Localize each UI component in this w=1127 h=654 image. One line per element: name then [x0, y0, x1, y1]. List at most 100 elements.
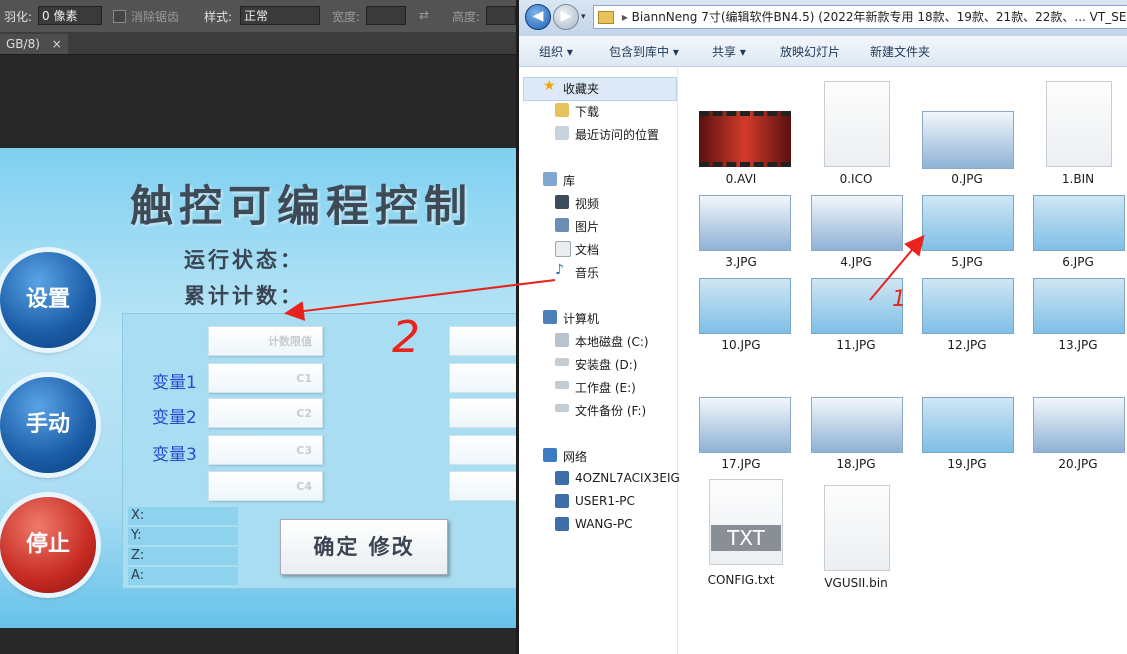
file-item[interactable]: 0.AVI — [689, 79, 793, 189]
file-item[interactable]: 0.JPG — [915, 79, 1019, 189]
new-folder-button[interactable]: 新建文件夹 — [870, 43, 930, 60]
share-button[interactable]: 共享 ▾ — [712, 43, 746, 60]
include-library-button[interactable]: 包含到库中 ▾ — [609, 43, 679, 60]
file-item[interactable]: 11.JPG — [804, 278, 908, 356]
file-name: 3.JPG — [725, 255, 757, 269]
c3-field[interactable]: C3 — [208, 435, 323, 465]
file-item[interactable]: 12.JPG — [915, 278, 1019, 356]
file-item[interactable]: 0.ICO — [804, 79, 908, 189]
drive-c-icon — [555, 333, 569, 347]
variable-2-label: 变量2 — [152, 408, 197, 428]
z-readout: Z: — [128, 547, 238, 565]
file-item[interactable]: 4.JPG — [804, 195, 908, 273]
sidebar-item-pictures[interactable]: 图片 — [575, 218, 599, 235]
file-name: 19.JPG — [947, 457, 987, 471]
sidebar-item-music[interactable]: 音乐 — [575, 264, 599, 281]
file-item[interactable]: 18.JPG — [804, 397, 908, 475]
sidebar-item-pc1[interactable]: 4OZNL7ACIX3EIG — [575, 471, 680, 485]
sidebar-item-pc3[interactable]: WANG-PC — [575, 517, 633, 531]
antialias-checkbox[interactable] — [113, 10, 126, 23]
slideshow-button[interactable]: 放映幻灯片 — [780, 43, 840, 60]
image-thumbnail — [699, 195, 791, 251]
address-bar[interactable]: ▸ BiannNeng 7寸(编辑软件BN4.5) (2022年新款专用 18款… — [593, 5, 1127, 29]
c4-field[interactable]: C4 — [208, 471, 323, 501]
right-field-3[interactable] — [449, 398, 516, 428]
style-label: 样式: — [204, 10, 233, 24]
file-name: 17.JPG — [721, 457, 761, 471]
star-icon: ★ — [543, 78, 556, 94]
file-item[interactable]: 1.BIN — [1026, 79, 1127, 189]
right-field-1[interactable] — [449, 326, 516, 356]
document-tab-bar — [0, 32, 516, 55]
right-field-4[interactable] — [449, 435, 516, 465]
height-input[interactable] — [486, 6, 516, 25]
confirm-modify-button[interactable]: 确定 修改 — [280, 519, 448, 575]
hmi-title: 触控可编程控制 — [130, 182, 473, 232]
sidebar-item-pc2[interactable]: USER1-PC — [575, 494, 635, 508]
x-readout: X: — [128, 507, 238, 525]
network-icon — [543, 448, 557, 462]
sidebar-item-drive-e[interactable]: 工作盘 (E:) — [575, 379, 636, 396]
documents-icon — [555, 241, 571, 257]
style-select[interactable]: 正常 — [240, 6, 320, 25]
back-icon[interactable]: ◀ — [525, 4, 551, 30]
computer-icon — [543, 310, 557, 324]
variable-1-label: 变量1 — [152, 373, 197, 393]
sidebar-item-drive-c[interactable]: 本地磁盘 (C:) — [575, 333, 649, 350]
file-item[interactable]: VGUSII.bin — [804, 479, 908, 595]
swap-icon[interactable]: ⇄ — [419, 8, 429, 22]
file-item[interactable]: 19.JPG — [915, 397, 1019, 475]
y-readout: Y: — [128, 527, 238, 545]
image-thumbnail — [699, 278, 791, 334]
organize-button[interactable]: 组织 ▾ — [539, 43, 573, 60]
sidebar-item-drive-d[interactable]: 安装盘 (D:) — [575, 356, 637, 373]
file-name: 11.JPG — [836, 338, 876, 352]
sidebar-item-favorites[interactable]: 收藏夹 — [563, 80, 599, 97]
drive-d-icon — [555, 358, 569, 366]
forward-icon[interactable]: ▶ — [553, 4, 579, 30]
sidebar-item-network[interactable]: 网络 — [563, 448, 587, 465]
pc-icon — [555, 471, 569, 485]
file-item[interactable]: 17.JPG — [689, 397, 793, 475]
feather-input[interactable]: 0 像素 — [38, 6, 102, 25]
sidebar-item-library[interactable]: 库 — [563, 172, 575, 189]
photoshop-window: 羽化: 0 像素 消除锯齿 样式: 正常 宽度: ⇄ 高度: GB/8) × 触… — [0, 0, 516, 654]
file-item[interactable]: TXT CONFIG.txt — [689, 479, 793, 595]
file-name: VGUSII.bin — [824, 576, 888, 590]
right-field-5[interactable] — [449, 471, 516, 501]
address-path: BiannNeng 7寸(编辑软件BN4.5) (2022年新款专用 18款、1… — [631, 10, 1127, 24]
sidebar-item-downloads[interactable]: 下载 — [575, 103, 599, 120]
width-input[interactable] — [366, 6, 406, 25]
stop-button[interactable]: 停止 — [0, 497, 96, 593]
video-file-icon — [699, 111, 791, 167]
count-limit-field[interactable]: 计数限值 — [208, 326, 323, 356]
c2-field[interactable]: C2 — [208, 398, 323, 428]
variable-3-label: 变量3 — [152, 445, 197, 465]
history-dropdown-icon[interactable]: ▾ — [581, 12, 586, 22]
settings-button[interactable]: 设置 — [0, 252, 96, 348]
document-tab[interactable]: GB/8) × — [0, 34, 68, 54]
file-item[interactable]: 13.JPG — [1026, 278, 1127, 356]
total-count-label: 累计计数： — [184, 284, 304, 308]
file-name: 18.JPG — [836, 457, 876, 471]
sidebar-item-recent[interactable]: 最近访问的位置 — [575, 126, 659, 143]
explorer-toolbar: 组织 ▾ 包含到库中 ▾ 共享 ▾ 放映幻灯片 新建文件夹 — [519, 36, 1127, 67]
blank-file-icon — [824, 81, 890, 167]
file-item[interactable]: 10.JPG — [689, 278, 793, 356]
sidebar-item-drive-f[interactable]: 文件备份 (F:) — [575, 402, 646, 419]
file-item[interactable]: 20.JPG — [1026, 397, 1127, 475]
file-item[interactable]: 3.JPG — [689, 195, 793, 273]
file-item[interactable]: 6.JPG — [1026, 195, 1127, 273]
sidebar-item-video[interactable]: 视频 — [575, 195, 599, 212]
sidebar-item-documents[interactable]: 文档 — [575, 241, 599, 258]
c1-field[interactable]: C1 — [208, 363, 323, 393]
file-name: 0.ICO — [839, 172, 873, 186]
breadcrumb-chevron-icon: ▸ — [621, 10, 632, 24]
right-field-2[interactable] — [449, 363, 516, 393]
close-icon[interactable]: × — [52, 37, 62, 51]
image-thumbnail — [922, 111, 1014, 169]
file-item[interactable]: 5.JPG — [915, 195, 1019, 273]
file-name: 0.AVI — [725, 172, 757, 186]
sidebar-item-computer[interactable]: 计算机 — [563, 310, 599, 327]
manual-button[interactable]: 手动 — [0, 377, 96, 473]
